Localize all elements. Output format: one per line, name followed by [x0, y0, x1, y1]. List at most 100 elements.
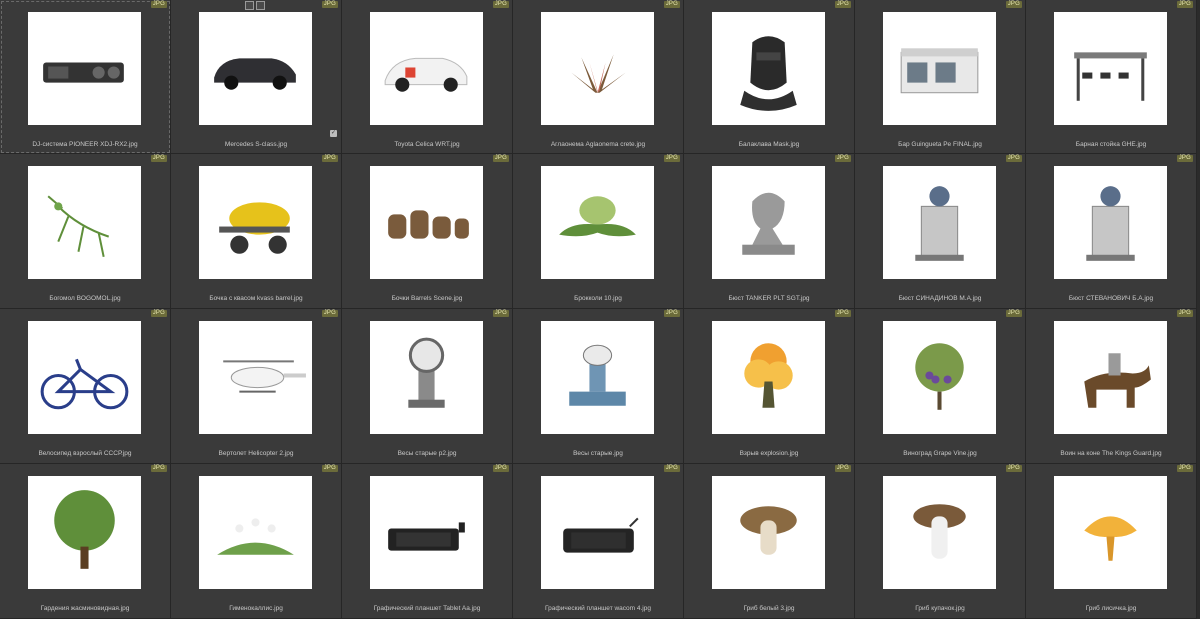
thumbnail-image[interactable]	[28, 476, 141, 589]
file-name-label: Вертолет Helicopter 2.jpg	[218, 450, 294, 457]
thumbnail-image[interactable]	[199, 166, 312, 279]
tablet-icon	[388, 522, 465, 551]
monument-icon	[915, 186, 964, 261]
chanterelle-icon	[1084, 516, 1137, 561]
thumbnail-tile[interactable]: JPG Графический планшет Tablet Aa.jpg	[342, 464, 513, 619]
helicopter-icon	[223, 360, 306, 393]
kiosk-icon	[900, 48, 979, 94]
thumbnail-tile[interactable]: JPG Гименокаллис.jpg	[171, 464, 342, 619]
thumbnail-image[interactable]	[370, 476, 483, 589]
thumbnail-tile[interactable]: JPG Аглаонема Aglaonema crete.jpg	[513, 0, 684, 154]
horse-rider-icon	[1084, 353, 1151, 408]
file-type-badge: JPG	[492, 465, 509, 472]
tablet2-icon	[563, 517, 639, 553]
thumbnail-image[interactable]	[712, 166, 825, 279]
thumbnail-image[interactable]	[1054, 166, 1167, 279]
thumbnail-tile[interactable]: JPG Весы старые.jpg	[513, 309, 684, 464]
tile-tools	[245, 1, 265, 10]
file-type-badge: JPG	[1176, 465, 1193, 472]
thumbnail-image[interactable]	[370, 321, 483, 434]
file-browser-grid: JPG DJ-система PIONEER XDJ-RX2.jpg JPG ✓ Mer…	[0, 0, 1200, 619]
file-name-label: Бюст СИНАДИНОВ М.А.jpg	[898, 295, 982, 302]
file-type-badge: JPG	[663, 310, 680, 317]
file-name-label: Барная стойка GHE.jpg	[1075, 141, 1147, 148]
thumbnail-tile[interactable]: JPG Велосипед взрослый СССР.jpg	[0, 309, 171, 464]
thumbnail-image[interactable]	[199, 321, 312, 434]
thumbnail-tile[interactable]: JPG Весы старые p2.jpg	[342, 309, 513, 464]
mushroom-icon	[913, 504, 966, 559]
thumbnail-image[interactable]	[1054, 12, 1167, 125]
rally-car-icon	[384, 57, 468, 92]
thumbnail-image[interactable]	[199, 476, 312, 589]
file-type-badge: JPG	[663, 1, 680, 8]
file-type-badge: JPG	[321, 465, 338, 472]
thumbnail-tile[interactable]: JPG DJ-система PIONEER XDJ-RX2.jpg	[0, 0, 171, 154]
thumbnail-image[interactable]	[541, 12, 654, 125]
checkbox-icon[interactable]: ✓	[330, 130, 337, 137]
grape-vine-icon	[915, 343, 964, 410]
thumbnail-tile[interactable]: JPG Бюст СТЕВАНОВИЧ Б.А.jpg	[1026, 154, 1197, 309]
thumbnail-image[interactable]	[28, 12, 141, 125]
thumbnail-tile[interactable]: JPG Вертолет Helicopter 2.jpg	[171, 309, 342, 464]
thumbnail-image[interactable]	[883, 166, 996, 279]
file-name-label: Велосипед взрослый СССР.jpg	[38, 450, 132, 457]
thumbnail-image[interactable]	[1054, 321, 1167, 434]
file-name-label: Аглаонема Aglaonema crete.jpg	[550, 141, 646, 148]
broccoli-icon	[559, 196, 636, 237]
file-type-badge: JPG	[492, 310, 509, 317]
file-name-label: Бар Guingueta Pe FINAL.jpg	[898, 141, 982, 148]
thumbnail-tile[interactable]: JPG Бар Guingueta Pe FINAL.jpg	[855, 0, 1026, 154]
file-type-badge: JPG	[1005, 310, 1022, 317]
thumbnail-tile[interactable]: JPG Бюст СИНАДИНОВ М.А.jpg	[855, 154, 1026, 309]
thumbnail-image[interactable]	[28, 321, 141, 434]
file-name-label: Виноград Grape Vine.jpg	[903, 450, 977, 457]
thumbnail-tile[interactable]: JPG Виноград Grape Vine.jpg	[855, 309, 1026, 464]
scale-dial-icon	[408, 337, 445, 408]
car-sedan-icon	[214, 58, 296, 90]
file-type-badge: JPG	[321, 1, 338, 8]
thumbnail-image[interactable]	[28, 166, 141, 279]
thumbnail-tile[interactable]: JPG Богомол BOGOMOL.jpg	[0, 154, 171, 309]
thumbnail-image[interactable]	[883, 321, 996, 434]
thumbnail-image[interactable]	[541, 476, 654, 589]
thumbnail-tile[interactable]: JPG Балаклава Mask.jpg	[684, 0, 855, 154]
file-name-label: Взрыв explosion.jpg	[739, 450, 799, 457]
thumbnail-image[interactable]	[1054, 476, 1167, 589]
thumbnail-tile[interactable]: JPG Бюст TANKER PLT SGT.jpg	[684, 154, 855, 309]
thumbnail-image[interactable]	[883, 476, 996, 589]
square-icon[interactable]	[245, 1, 254, 10]
thumbnail-tile[interactable]: JPG ✓ Mercedes S-class.jpg	[171, 0, 342, 154]
thumbnail-tile[interactable]: JPG Toyota Celica WRT.jpg	[342, 0, 513, 154]
thumbnail-tile[interactable]: JPG Графический планшет wacom 4.jpg	[513, 464, 684, 619]
thumbnail-image[interactable]	[712, 12, 825, 125]
file-type-badge: JPG	[663, 155, 680, 162]
file-name-label: Графический планшет Tablet Aa.jpg	[373, 605, 481, 612]
file-type-badge: JPG	[834, 310, 851, 317]
thumbnail-image[interactable]	[541, 321, 654, 434]
thumbnail-image[interactable]	[370, 12, 483, 125]
thumbnail-image[interactable]	[883, 12, 996, 125]
file-type-badge: JPG	[150, 155, 167, 162]
pen-icon[interactable]	[256, 1, 265, 10]
thumbnail-tile[interactable]: JPG Гриб купачок.jpg	[855, 464, 1026, 619]
thumbnail-tile[interactable]: JPG Брокколи 10.jpg	[513, 154, 684, 309]
thumbnail-tile[interactable]: JPG Гриб белый 3.jpg	[684, 464, 855, 619]
file-type-badge: JPG	[1176, 310, 1193, 317]
file-name-label: Гименокаллис.jpg	[229, 605, 283, 612]
thumbnail-tile[interactable]: JPG Барная стойка GHE.jpg	[1026, 0, 1197, 154]
file-name-label: Toyota Celica WRT.jpg	[394, 141, 460, 148]
thumbnail-tile[interactable]: JPG Взрыв explosion.jpg	[684, 309, 855, 464]
thumbnail-tile[interactable]: JPG Гриб лисичка.jpg	[1026, 464, 1197, 619]
barrel-cart-icon	[219, 202, 290, 254]
thumbnail-tile[interactable]: JPG Гардения жасминовидная.jpg	[0, 464, 171, 619]
thumbnail-tile[interactable]: JPG Воин на коне The Kings Guard.jpg	[1026, 309, 1197, 464]
thumbnail-tile[interactable]: JPG Бочка с квасом kvass barrel.jpg	[171, 154, 342, 309]
thumbnail-image[interactable]	[712, 476, 825, 589]
thumbnail-image[interactable]	[370, 166, 483, 279]
thumbnail-image[interactable]	[541, 166, 654, 279]
thumbnail-tile[interactable]: JPG Бочки Barrels Scene.jpg	[342, 154, 513, 309]
file-type-badge: JPG	[834, 155, 851, 162]
thumbnail-image[interactable]	[199, 12, 312, 125]
file-name-label: Весы старые p2.jpg	[397, 450, 457, 457]
thumbnail-image[interactable]	[712, 321, 825, 434]
